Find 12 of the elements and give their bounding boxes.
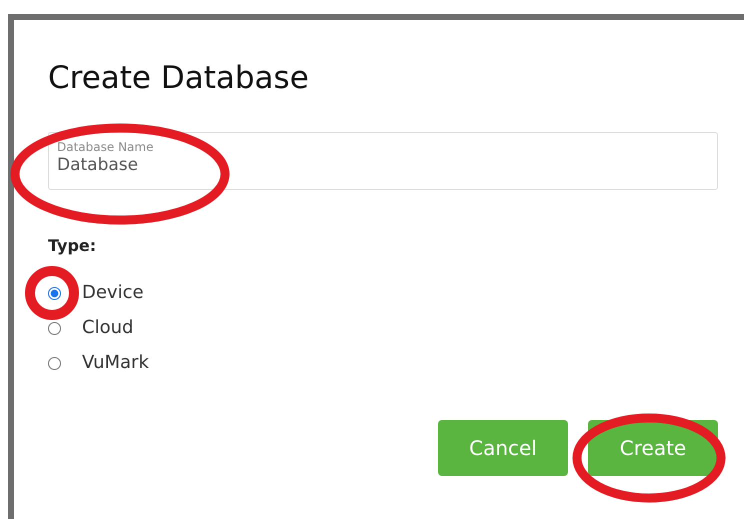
option-label: Cloud — [82, 316, 134, 340]
dialog-title: Create Database — [48, 59, 310, 98]
radio-button[interactable] — [48, 322, 61, 334]
radio-button[interactable] — [48, 356, 61, 370]
type-label: Type: — [48, 236, 98, 255]
field-label: Database Name — [57, 140, 154, 154]
field-value[interactable]: Database — [57, 154, 709, 176]
radio-button[interactable] — [48, 286, 61, 300]
input-field[interactable]: Database Name Database — [48, 132, 718, 190]
annotation-circle — [25, 266, 79, 320]
option-label: VuMark — [82, 351, 149, 375]
option-label: Device — [82, 281, 144, 305]
